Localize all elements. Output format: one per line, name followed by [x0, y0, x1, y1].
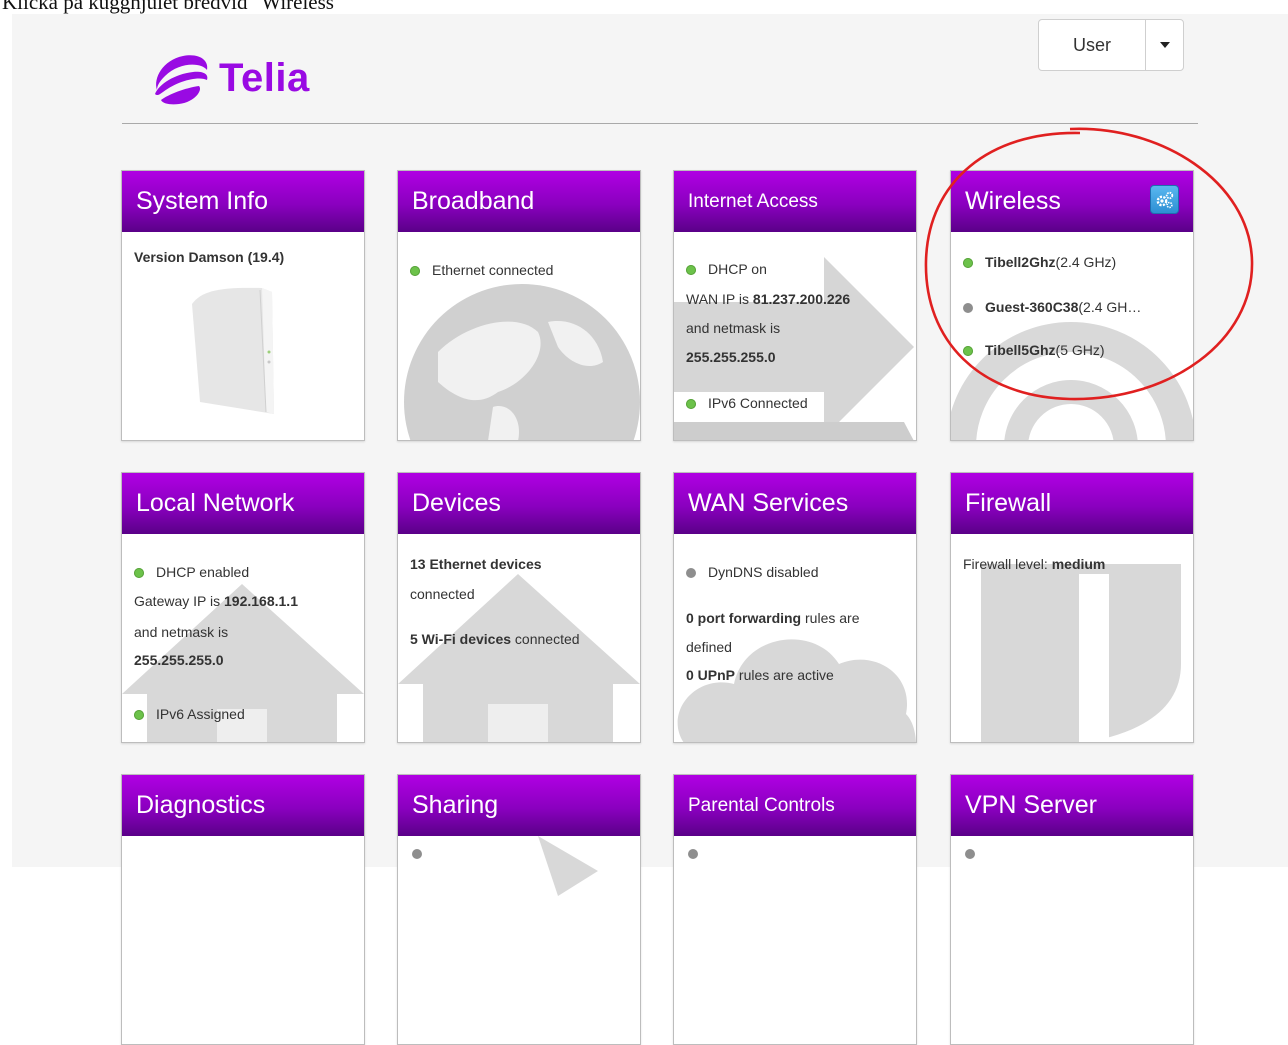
header-divider [122, 123, 1198, 124]
card-sharing[interactable]: Sharing [397, 774, 641, 1045]
card-header: Broadband [398, 171, 640, 232]
wifi-network-3: Tibell5Ghz(5 GHz) [963, 340, 1105, 360]
port-forwarding-defined: defined [686, 639, 732, 655]
card-header: Wireless [951, 171, 1193, 232]
caret-down-icon [1159, 42, 1170, 48]
card-title: Broadband [412, 187, 535, 215]
status-dot-gray [688, 849, 698, 859]
card-wireless[interactable]: Wireless Tibell2Ghz(2.4 GHz) Guest-360C3… [950, 170, 1194, 441]
card-title: WAN Services [688, 489, 849, 517]
status-dot-gray [963, 303, 973, 313]
card-title: Internet Access [688, 190, 818, 212]
ethernet-devices-connected: connected [410, 586, 475, 602]
card-header: System Info [122, 171, 364, 232]
card-title: Diagnostics [136, 791, 266, 819]
status-dot-gray [412, 849, 422, 859]
card-parental-controls[interactable]: Parental Controls [673, 774, 917, 1045]
wifi-network-2: Guest-360C38(2.4 GH… [963, 297, 1141, 317]
upnp-rules: 0 UPnP rules are active [686, 667, 834, 683]
status-dot-green [134, 710, 144, 720]
user-dropdown-toggle[interactable] [1146, 20, 1183, 70]
card-title: System Info [136, 187, 268, 215]
card-title: Parental Controls [688, 794, 835, 816]
user-menu[interactable]: User [1038, 19, 1184, 71]
card-header: Parental Controls [674, 775, 916, 836]
card-header: WAN Services [674, 473, 916, 534]
ethernet-devices: 13 Ethernet devices [410, 556, 542, 572]
router-device-icon [192, 287, 274, 414]
card-header: Internet Access [674, 171, 916, 232]
card-vpn-server[interactable]: VPN Server [950, 774, 1194, 1045]
card-title: Wireless [965, 187, 1061, 215]
card-header: VPN Server [951, 775, 1193, 836]
dhcp-enabled: DHCP enabled [134, 562, 249, 582]
status-dot-green [410, 266, 420, 276]
card-header: Sharing [398, 775, 640, 836]
netmask-label: and netmask is [134, 624, 229, 640]
netmask-label: and netmask is [686, 320, 781, 336]
status-dot-green [686, 399, 696, 409]
share-arrow-icon [538, 836, 598, 896]
card-header: Diagnostics [122, 775, 364, 836]
dhcp-status: DHCP on [686, 259, 767, 279]
card-broadband[interactable]: Broadband Ethernet connected [397, 170, 641, 441]
router-dashboard: User Telia System Info Version Damson (1… [12, 14, 1288, 1045]
card-title: Devices [412, 489, 501, 517]
telia-logo: Telia [149, 50, 310, 106]
card-header: Firewall [951, 473, 1193, 534]
ipv6-assigned: IPv6 Assigned [134, 704, 245, 724]
netmask-value: 255.255.255.0 [686, 349, 776, 365]
card-title: Sharing [412, 791, 499, 819]
port-forwarding: 0 port forwarding rules are [686, 610, 860, 626]
dyndns-status: DynDNS disabled [686, 562, 819, 582]
status-dot-gray [686, 568, 696, 578]
logo-text: Telia [219, 55, 310, 100]
card-header: Devices [398, 473, 640, 534]
wan-ip: WAN IP is 81.237.200.226 [686, 291, 851, 307]
card-system-info[interactable]: System Info Version Damson (19.4) [121, 170, 365, 441]
card-firewall[interactable]: Firewall Firewall level: medium [950, 472, 1194, 743]
broadband-status: Ethernet connected [410, 260, 553, 280]
wifi-devices: 5 Wi-Fi devices connected [410, 631, 580, 647]
card-local-network[interactable]: Local Network DHCP enabled Gateway IP is… [121, 472, 365, 743]
wireless-settings-button[interactable] [1150, 185, 1179, 214]
status-dot-green [686, 265, 696, 275]
firewall-level: Firewall level: medium [963, 556, 1106, 572]
status-dot-gray [965, 849, 975, 859]
card-devices[interactable]: Devices 13 Ethernet devices connected 5 … [397, 472, 641, 743]
instruction-caption: Klicka på kugghjulet bredvid "Wireless" [2, 0, 343, 14]
user-button[interactable]: User [1039, 20, 1146, 70]
card-diagnostics[interactable]: Diagnostics [121, 774, 365, 1045]
card-wan-services[interactable]: WAN Services DynDNS disabled 0 port forw… [673, 472, 917, 743]
telia-pebble-icon [155, 55, 208, 105]
ipv6-status: IPv6 Connected [686, 393, 808, 413]
card-title: VPN Server [965, 791, 1097, 819]
card-header: Local Network [122, 473, 364, 534]
card-title: Firewall [965, 489, 1052, 517]
status-dot-green [963, 346, 973, 356]
status-dot-green [963, 258, 973, 268]
card-title: Local Network [136, 489, 295, 517]
wifi-network-1: Tibell2Ghz(2.4 GHz) [963, 252, 1116, 272]
netmask-value: 255.255.255.0 [134, 652, 224, 668]
card-internet-access[interactable]: Internet Access DHCP on WAN IP is 81.237… [673, 170, 917, 441]
status-dot-green [134, 568, 144, 578]
gateway-ip: Gateway IP is 192.168.1.1 [134, 593, 298, 609]
gears-icon [1156, 191, 1173, 208]
